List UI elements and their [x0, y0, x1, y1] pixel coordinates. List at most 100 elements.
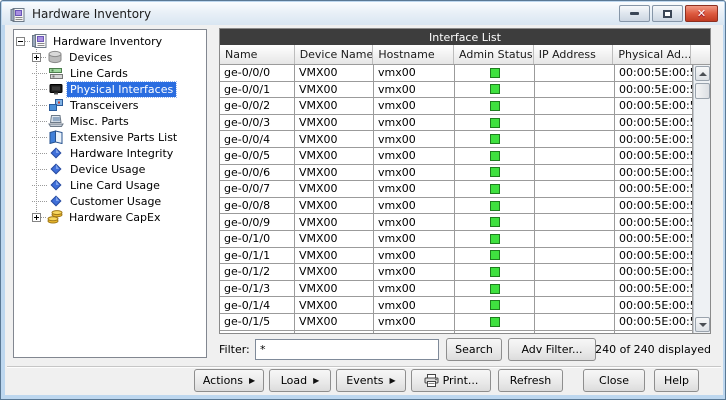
scroll-down-button[interactable] — [695, 317, 710, 332]
table-row[interactable]: ge-0/0/3VMX00vmx00 00:00:5E:00:53. — [220, 114, 693, 132]
cell-device-name: VMX00 — [295, 330, 374, 333]
tree-item-physical-interfaces[interactable]: Physical Interfaces — [14, 80, 206, 98]
cell-ip-address — [535, 313, 615, 330]
cell-admin-status — [455, 164, 535, 181]
table-row[interactable]: ge-0/0/1VMX00vmx00 00:00:5E:00:53. — [220, 81, 693, 99]
filter-input[interactable] — [255, 339, 439, 360]
cell-hostname: vmx00 — [374, 147, 455, 164]
tree-item-customer-usage[interactable]: Customer Usage — [14, 193, 206, 209]
scrollbar-thumb[interactable] — [695, 83, 710, 99]
column-header-name[interactable]: Name — [220, 45, 295, 64]
cell-admin-status — [455, 65, 535, 81]
tree-item-extensive-parts-list[interactable]: Extensive Parts List — [14, 129, 206, 145]
vertical-scrollbar[interactable] — [693, 65, 710, 333]
cell-admin-status — [455, 181, 535, 197]
cell-hostname: vmx00 — [374, 214, 455, 230]
column-header-physical-ad[interactable]: Physical Ad... — [613, 45, 692, 64]
expander-minus-icon[interactable] — [16, 36, 25, 46]
cell-ip-address — [535, 197, 615, 214]
tree-item-line-cards[interactable]: Line Cards — [14, 65, 206, 81]
tree-item-hardware-inventory[interactable]: Hardware Inventory — [14, 33, 206, 49]
status-up-icon — [489, 117, 500, 128]
close-button[interactable]: ✕ — [685, 5, 718, 22]
load-button[interactable]: Load ▶ — [269, 369, 331, 392]
expander-plus-icon[interactable] — [32, 52, 41, 62]
table-row[interactable]: ge-0/0/5VMX00vmx00 00:00:5E:00:53. — [220, 147, 693, 165]
table-row[interactable]: ge-0/1/6VMX00vmx00 00:00:5E:00:53. — [220, 330, 693, 333]
cell-physical-ad: 00:00:5E:00:53. — [615, 81, 693, 98]
table-row[interactable]: ge-0/1/4VMX00vmx00 00:00:5E:00:53. — [220, 297, 693, 314]
cell-hostname: vmx00 — [374, 81, 455, 98]
column-header-hostname[interactable]: Hostname — [373, 45, 455, 64]
window-titlebar[interactable]: Hardware Inventory ✕ — [2, 2, 724, 25]
table-row[interactable]: ge-0/0/7VMX00vmx00 00:00:5E:00:53. — [220, 181, 693, 198]
interface-list-table: Interface List Name Device Name Hostname Ad… — [219, 28, 711, 334]
cell-hostname: vmx00 — [374, 114, 455, 131]
table-row[interactable]: ge-0/1/2VMX00vmx00 00:00:5E:00:53. — [220, 264, 693, 281]
expander-plus-icon[interactable] — [32, 212, 41, 222]
maximize-button[interactable] — [652, 5, 683, 22]
cell-name: ge-0/1/3 — [220, 280, 295, 297]
cell-admin-status — [455, 81, 535, 98]
tree-item-device-usage[interactable]: Device Usage — [14, 161, 206, 177]
cell-ip-address — [535, 297, 615, 313]
table-row[interactable]: ge-0/0/4VMX00vmx00 00:00:5E:00:53. — [220, 131, 693, 148]
actions-button[interactable]: Actions ▶ — [194, 369, 264, 392]
cell-admin-status — [455, 147, 535, 164]
cell-name: ge-0/1/5 — [220, 313, 295, 330]
status-up-icon — [489, 100, 500, 111]
table-row[interactable]: ge-0/1/1VMX00vmx00 00:00:5E:00:53. — [220, 247, 693, 265]
tree-item-line-card-usage[interactable]: Line Card Usage — [14, 177, 206, 193]
menu-arrow-icon: ▶ — [389, 376, 396, 385]
table-row[interactable]: ge-0/1/3VMX00vmx00 00:00:5E:00:53. — [220, 280, 693, 298]
table-row[interactable]: ge-0/0/0VMX00vmx00 00:00:5E:00:53. — [220, 65, 693, 82]
inventory-tree[interactable]: Hardware Inventory Devices Line Cards Physi… — [13, 29, 207, 358]
cell-admin-status — [455, 330, 535, 333]
table-row[interactable]: ge-0/0/2VMX00vmx00 00:00:5E:00:53. — [220, 98, 693, 115]
table-row[interactable]: ge-0/0/9VMX00vmx00 00:00:5E:00:53. — [220, 214, 693, 231]
cell-name: ge-0/1/0 — [220, 230, 295, 247]
cell-ip-address — [535, 147, 615, 164]
cell-hostname: vmx00 — [374, 65, 455, 81]
minimize-button[interactable] — [619, 5, 650, 22]
cell-admin-status — [455, 280, 535, 297]
cell-physical-ad: 00:00:5E:00:53. — [615, 214, 693, 230]
cell-device-name: VMX00 — [295, 247, 374, 264]
cell-name: ge-0/0/0 — [220, 65, 295, 81]
tree-item-hardware-capex[interactable]: Hardware CapEx — [14, 209, 206, 225]
table-row[interactable]: ge-0/0/8VMX00vmx00 00:00:5E:00:53. — [220, 197, 693, 215]
cell-physical-ad: 00:00:5E:00:53. — [615, 230, 693, 247]
events-button[interactable]: Events ▶ — [336, 369, 406, 392]
close-button[interactable]: Close — [583, 369, 645, 392]
cell-name: ge-0/0/5 — [220, 147, 295, 164]
column-header-admin-status[interactable]: Admin Status — [454, 45, 534, 64]
scroll-up-button[interactable] — [695, 66, 710, 81]
cell-ip-address — [535, 81, 615, 98]
refresh-button[interactable]: Refresh — [498, 369, 563, 392]
column-header-ip-address[interactable]: IP Address — [534, 45, 614, 64]
print-button[interactable]: Print... — [411, 369, 491, 392]
column-header-device-name[interactable]: Device Name — [295, 45, 374, 64]
menu-arrow-icon: ▶ — [249, 376, 256, 385]
cell-admin-status — [455, 264, 535, 280]
cell-name: ge-0/0/7 — [220, 181, 295, 197]
tree-item-devices[interactable]: Devices — [14, 49, 206, 65]
cell-ip-address — [535, 98, 615, 114]
cell-name: ge-0/0/8 — [220, 197, 295, 214]
tree-item-misc-parts[interactable]: Misc. Parts — [14, 113, 206, 129]
tree-item-hardware-integrity[interactable]: Hardware Integrity — [14, 145, 206, 161]
cell-physical-ad: 00:00:5E:00:53. — [615, 65, 693, 81]
table-row[interactable]: ge-0/1/5VMX00vmx00 00:00:5E:00:53. — [220, 313, 693, 331]
help-button[interactable]: Help — [654, 369, 699, 392]
cell-device-name: VMX00 — [295, 297, 374, 313]
cell-hostname: vmx00 — [374, 313, 455, 330]
table-row[interactable]: ge-0/0/6VMX00vmx00 00:00:5E:00:53. — [220, 164, 693, 182]
cell-physical-ad: 00:00:5E:00:53. — [615, 164, 693, 181]
tree-item-transceivers[interactable]: Transceivers — [14, 97, 206, 113]
cell-ip-address — [535, 131, 615, 147]
table-row[interactable]: ge-0/1/0VMX00vmx00 00:00:5E:00:53. — [220, 230, 693, 248]
transceivers-icon — [47, 98, 64, 113]
adv-filter-button[interactable]: Adv Filter... — [508, 338, 596, 361]
diamond-icon — [47, 146, 64, 161]
search-button[interactable]: Search — [446, 338, 502, 361]
